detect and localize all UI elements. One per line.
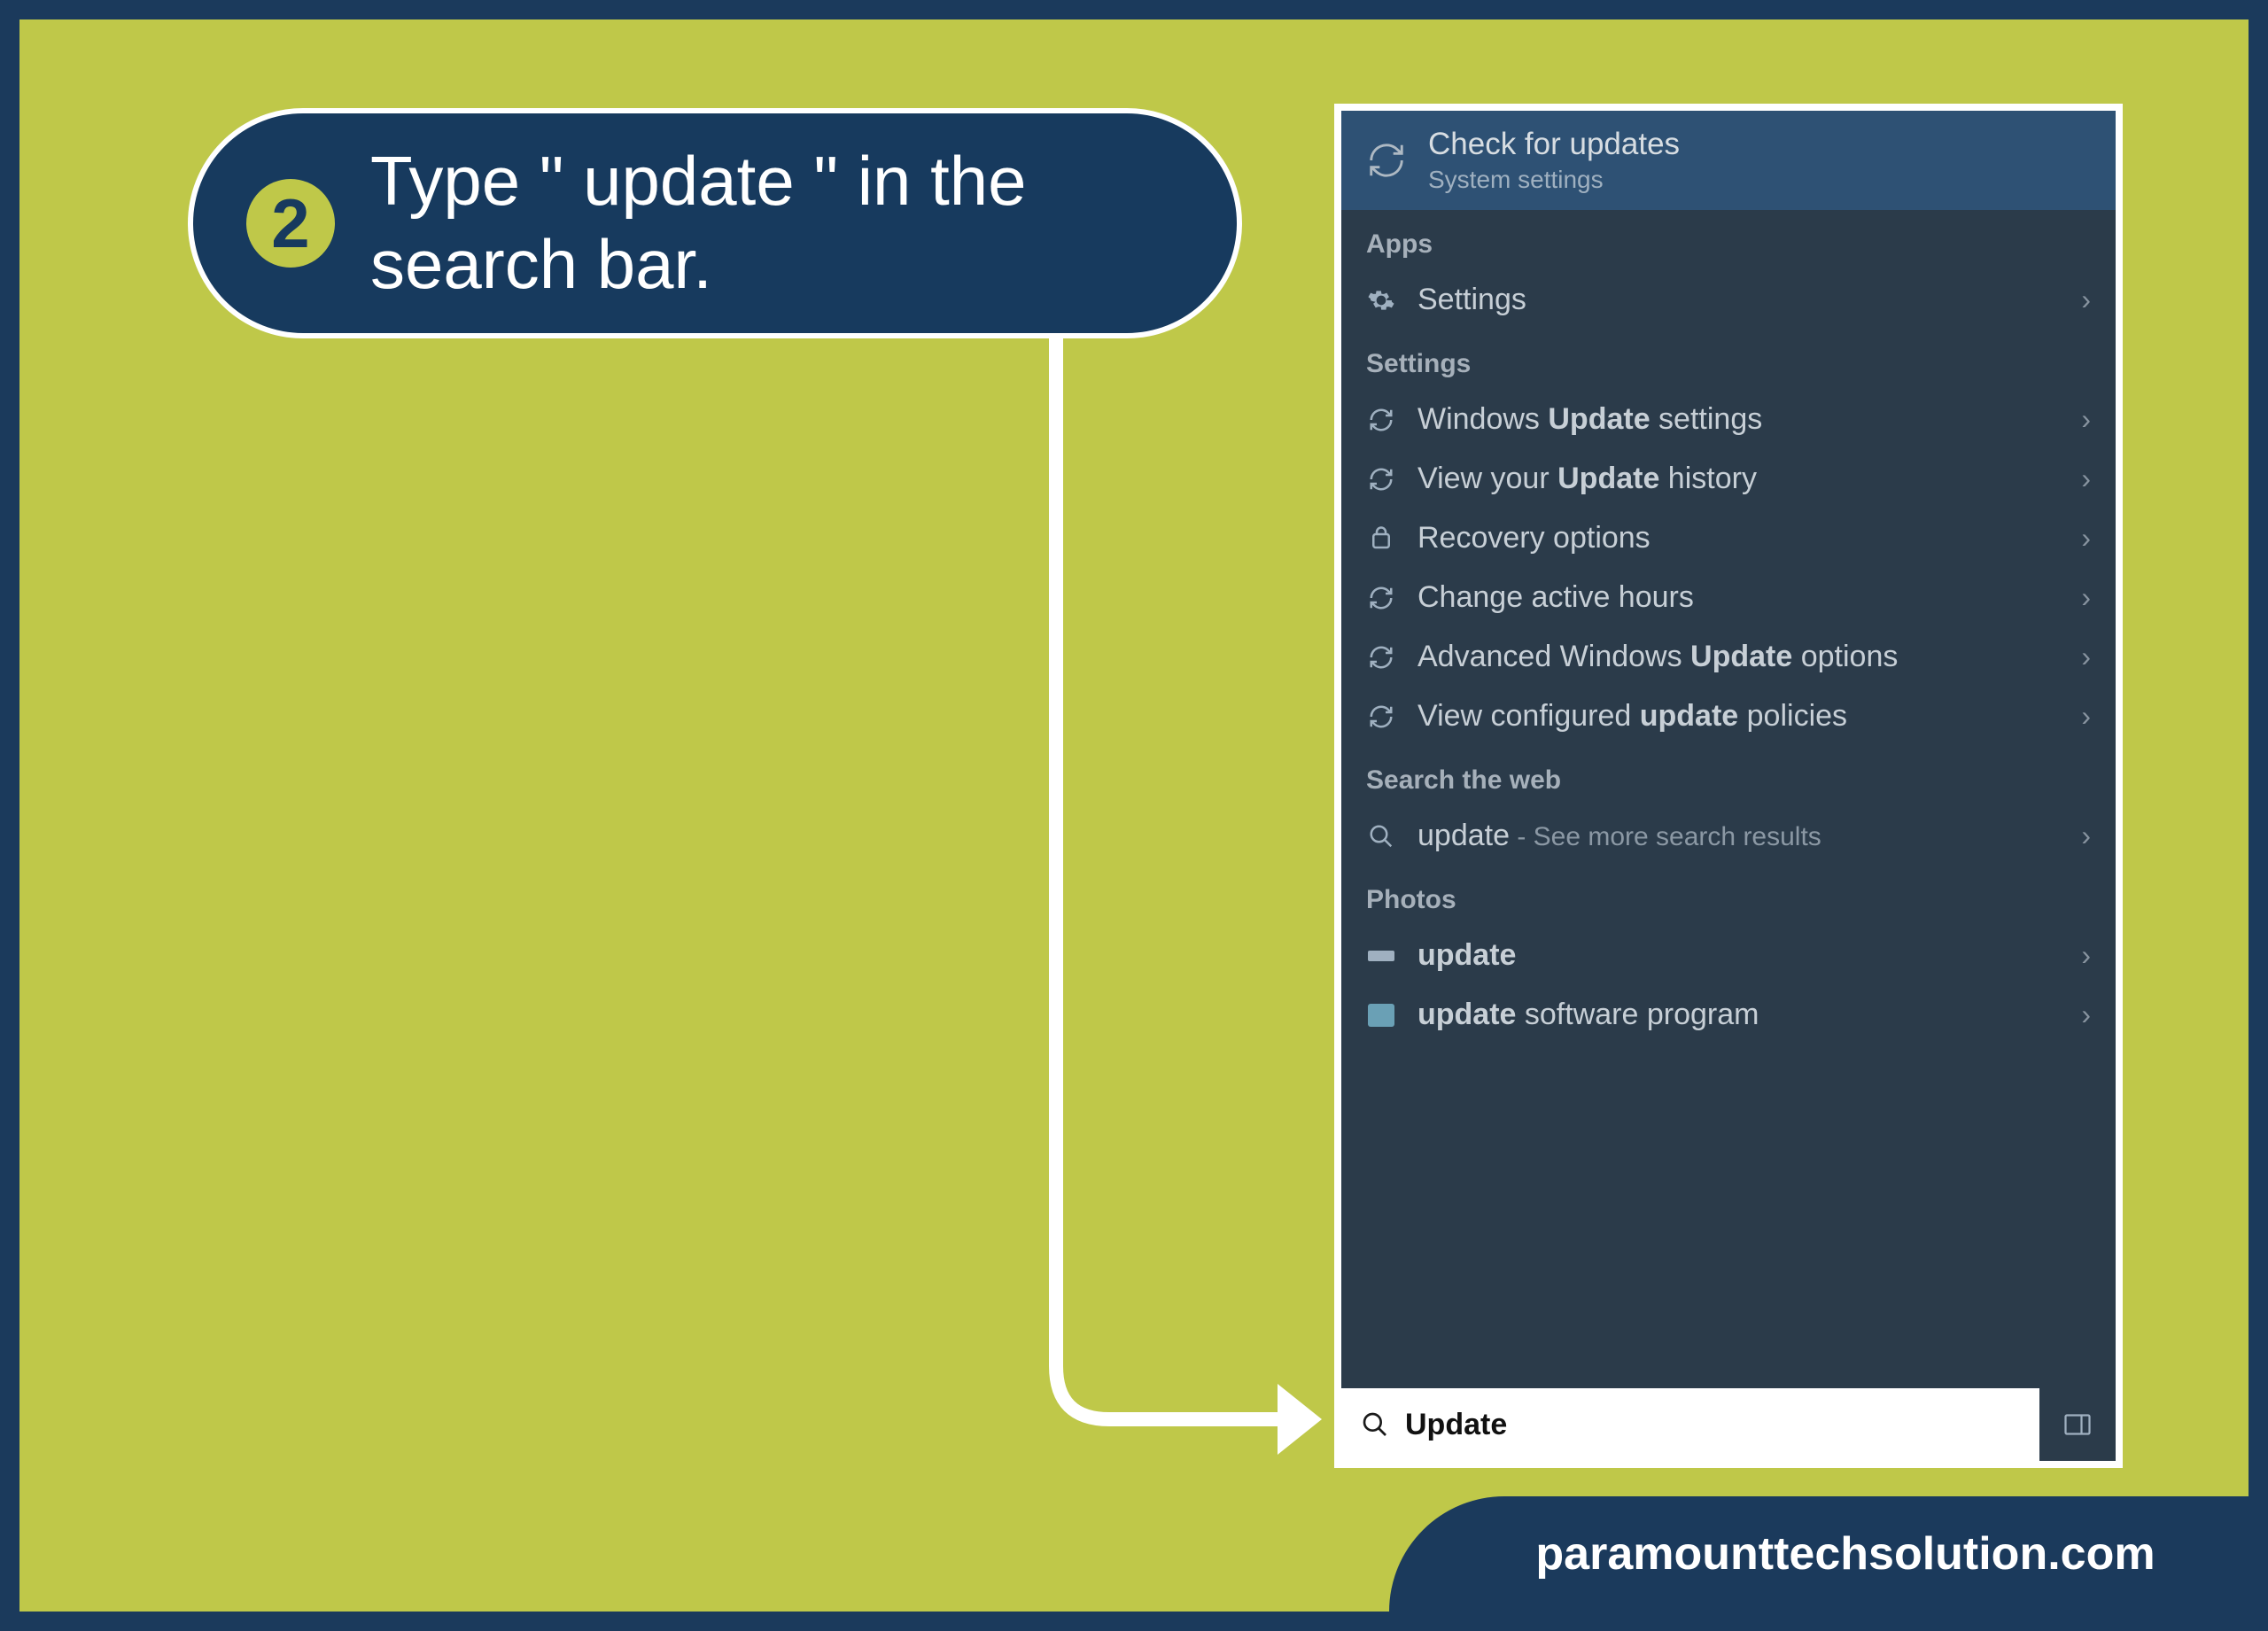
result-update-policies[interactable]: View configured update policies › [1341, 687, 2116, 746]
panel-icon [2062, 1409, 2093, 1441]
instruction-text: Type " update " in the search bar. [370, 140, 1184, 306]
best-match-subtitle: System settings [1428, 166, 1680, 194]
instruction-callout: 2 Type " update " in the search bar. [188, 108, 1242, 338]
section-label-photos: Photos [1341, 866, 2116, 926]
chevron-right-icon: › [2081, 462, 2091, 495]
result-label: Recovery options [1418, 521, 2060, 555]
search-results-panel: Check for updates System settings Apps S… [1334, 104, 2123, 1468]
search-side-button[interactable] [2039, 1388, 2116, 1461]
gear-icon [1366, 285, 1396, 315]
result-active-hours[interactable]: Change active hours › [1341, 568, 2116, 627]
refresh-icon [1366, 464, 1396, 494]
footer-text: paramounttechsolution.com [1535, 1527, 2155, 1581]
refresh-icon [1366, 140, 1407, 181]
refresh-icon [1366, 642, 1396, 672]
result-photo-update[interactable]: update › [1341, 926, 2116, 985]
result-label: View configured update policies [1418, 699, 2060, 734]
result-label: Advanced Windows Update options [1418, 640, 2060, 674]
result-update-history[interactable]: View your Update history › [1341, 449, 2116, 509]
search-input[interactable]: Update [1341, 1388, 2039, 1461]
footer-banner: paramounttechsolution.com [1389, 1496, 2249, 1612]
chevron-right-icon: › [2081, 522, 2091, 555]
chevron-right-icon: › [2081, 939, 2091, 972]
result-label: Windows Update settings [1418, 402, 2060, 437]
chevron-right-icon: › [2081, 403, 2091, 436]
result-label: Settings [1418, 283, 2060, 317]
folder-icon [1366, 1000, 1396, 1030]
result-advanced-update-options[interactable]: Advanced Windows Update options › [1341, 627, 2116, 687]
result-label: Change active hours [1418, 580, 2060, 615]
section-label-web: Search the web [1341, 746, 2116, 806]
result-web-search[interactable]: update - See more search results › [1341, 806, 2116, 866]
step-number-badge: 2 [246, 179, 335, 268]
chevron-right-icon: › [2081, 700, 2091, 733]
refresh-icon [1366, 702, 1396, 732]
chevron-right-icon: › [2081, 283, 2091, 316]
result-label: update [1418, 938, 2060, 973]
result-label: update - See more search results [1418, 819, 2060, 853]
photo-icon [1366, 941, 1396, 971]
chevron-right-icon: › [2081, 998, 2091, 1031]
search-value: Update [1405, 1408, 1507, 1442]
result-label: View your Update history [1418, 462, 2060, 496]
result-label: update software program [1418, 998, 2060, 1032]
best-match-title: Check for updates [1428, 127, 1680, 162]
result-photo-update-software[interactable]: update software program › [1341, 985, 2116, 1045]
search-icon [1366, 821, 1396, 851]
chevron-right-icon: › [2081, 641, 2091, 673]
recovery-icon [1366, 524, 1396, 554]
refresh-icon [1366, 583, 1396, 613]
result-settings-app[interactable]: Settings › [1341, 270, 2116, 330]
section-label-settings: Settings [1341, 330, 2116, 390]
refresh-icon [1366, 405, 1396, 435]
chevron-right-icon: › [2081, 581, 2091, 614]
result-recovery-options[interactable]: Recovery options › [1341, 509, 2116, 568]
result-windows-update-settings[interactable]: Windows Update settings › [1341, 390, 2116, 449]
best-match-result[interactable]: Check for updates System settings [1341, 111, 2116, 210]
search-icon [1361, 1410, 1389, 1439]
section-label-apps: Apps [1341, 210, 2116, 270]
chevron-right-icon: › [2081, 819, 2091, 852]
